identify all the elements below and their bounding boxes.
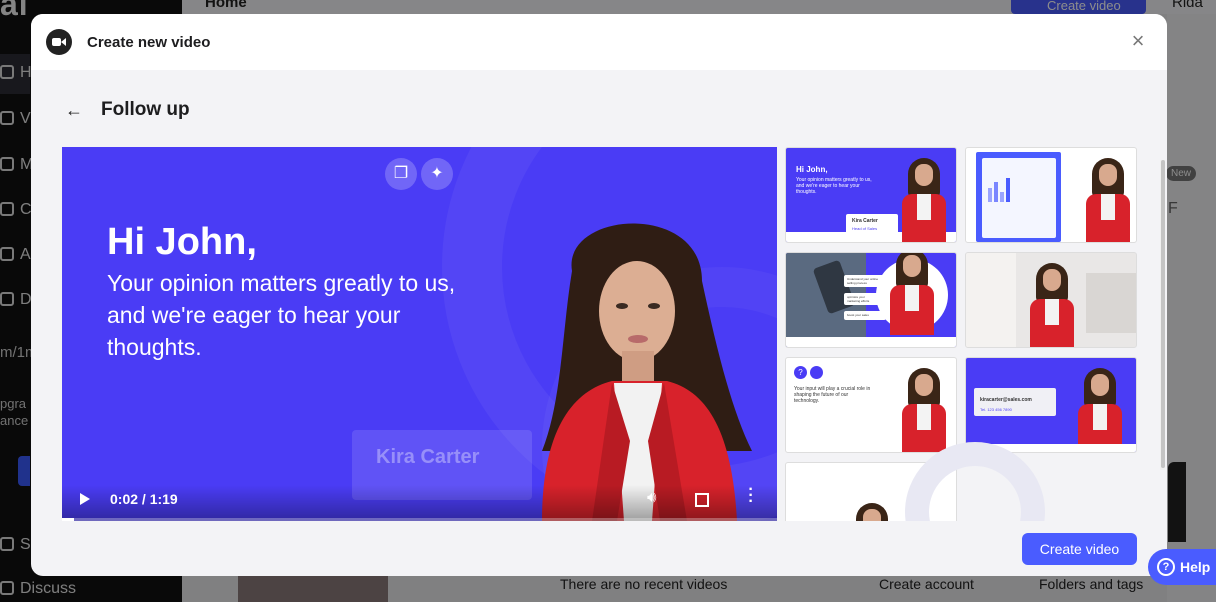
video-time: 0:02 / 1:19 <box>110 491 178 507</box>
template-thumbnail-5[interactable]: ? Your input will play a crucial role in… <box>785 357 957 453</box>
arrow-left-icon[interactable]: ← <box>65 100 85 120</box>
help-button[interactable]: ? Help <box>1148 549 1216 585</box>
create-video-button[interactable]: Create video <box>1022 533 1137 565</box>
video-player[interactable]: Hi John, Your opinion matters greatly to… <box>62 147 777 521</box>
video-progress-fill <box>62 518 75 521</box>
create-video-modal: Create new video × ← Follow up Hi John, … <box>31 14 1167 576</box>
video-progress-bar[interactable] <box>62 518 777 521</box>
template-thumbnail-2[interactable] <box>965 147 1137 243</box>
sparkle-icon[interactable]: ✦ <box>421 158 453 190</box>
help-icon: ? <box>1157 558 1175 576</box>
video-body-text: Your opinion matters greatly to us, and … <box>107 270 456 360</box>
video-camera-icon <box>46 29 72 55</box>
close-icon[interactable]: × <box>1127 30 1149 53</box>
copy-icon[interactable]: ❐ <box>385 158 417 190</box>
help-label: Help <box>1180 559 1211 575</box>
more-icon[interactable]: · · · <box>748 482 754 510</box>
play-icon[interactable] <box>80 493 90 505</box>
video-controls: 0:02 / 1:19 🔊︎ · · · <box>62 482 777 521</box>
modal-title: Create new video <box>87 34 211 51</box>
video-heading: Hi John, <box>107 221 257 263</box>
template-thumbnail-6[interactable]: kiracarter@sales.com Tel. 123 456 7890 <box>965 357 1137 453</box>
modal-header: Create new video × <box>31 14 1167 70</box>
template-thumbnail-4[interactable] <box>965 252 1137 348</box>
template-thumbnail-1[interactable]: Hi John, Your opinion matters greatly to… <box>785 147 957 243</box>
template-grid: Hi John, Your opinion matters greatly to… <box>785 147 1137 521</box>
template-grid-empty <box>905 442 1137 521</box>
presenter-avatar <box>542 223 752 521</box>
template-scrollbar-thumb[interactable] <box>1161 160 1165 468</box>
template-thumbnail-3[interactable]: Understand your online selling process o… <box>785 252 957 348</box>
fullscreen-icon[interactable] <box>695 493 709 507</box>
volume-icon[interactable]: 🔊︎ <box>647 489 656 506</box>
step-title: Follow up <box>101 99 190 120</box>
name-card-text: Kira Carter <box>376 446 480 468</box>
